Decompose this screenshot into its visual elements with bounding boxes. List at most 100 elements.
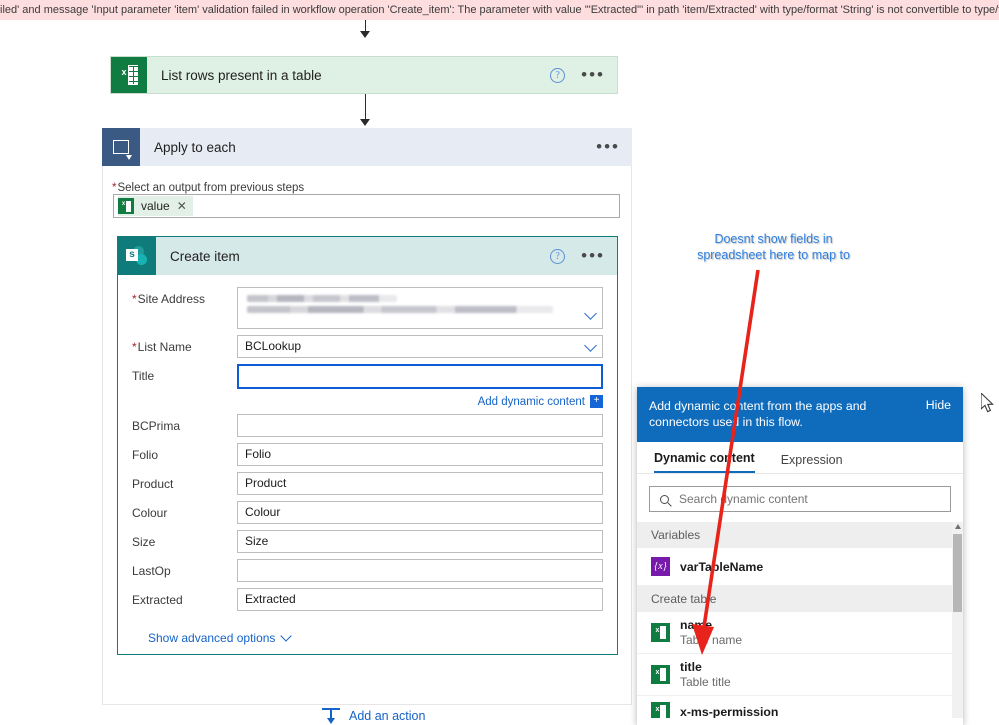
field-label-text: Folio xyxy=(132,448,159,462)
field-label-text: Site Address xyxy=(137,292,206,306)
required-asterisk: * xyxy=(132,340,137,354)
field-label: Title xyxy=(132,364,237,383)
search-box[interactable] xyxy=(649,486,951,512)
field-label: *Site Address xyxy=(132,287,237,306)
action-title: List rows present in a table xyxy=(161,67,322,83)
select-output-field[interactable]: value ✕ xyxy=(113,194,620,218)
sharepoint-icon: s xyxy=(118,237,156,275)
list-item[interactable]: name Table name xyxy=(637,612,963,654)
bcprima-input[interactable] xyxy=(237,414,603,437)
tab-dynamic-content[interactable]: Dynamic content xyxy=(654,451,755,473)
close-icon[interactable]: ✕ xyxy=(177,199,187,213)
connector-arrow-top xyxy=(360,31,370,38)
site-address-dropdown[interactable] xyxy=(237,287,603,329)
field-label: Product xyxy=(132,472,237,491)
show-advanced-options-button[interactable]: Show advanced options xyxy=(132,617,603,645)
folio-input[interactable]: Folio xyxy=(237,443,603,466)
field-label: Extracted xyxy=(132,588,237,607)
show-advanced-label: Show advanced options xyxy=(148,631,276,645)
add-an-action-label: Add an action xyxy=(349,709,426,723)
form-row-size: Size Size xyxy=(132,530,603,553)
form-row-list-name: *List Name BCLookup xyxy=(132,335,603,358)
dynamic-content-header: Add dynamic content from the apps and co… xyxy=(637,387,963,442)
flow-designer-canvas: List rows present in a table ? ••• Apply… xyxy=(0,20,999,725)
field-label-text: Extracted xyxy=(132,593,183,607)
insert-action-icon xyxy=(322,708,340,724)
excel-icon xyxy=(111,57,147,93)
list-item[interactable]: x-ms-permission xyxy=(637,696,963,718)
required-asterisk: * xyxy=(132,292,137,306)
dynamic-content-list[interactable]: Variables {x} varTableName Create table … xyxy=(637,522,963,718)
help-icon[interactable]: ? xyxy=(550,67,566,83)
more-options-icon[interactable]: ••• xyxy=(581,247,605,264)
select-output-text: Select an output from previous steps xyxy=(117,182,305,194)
scrollbar-thumb[interactable] xyxy=(953,534,962,612)
list-item-name: title xyxy=(680,660,702,674)
action-card-create-item: s Create item ? ••• *Site Address *List … xyxy=(117,236,618,655)
extracted-input[interactable]: Extracted xyxy=(237,588,603,611)
add-dynamic-content-link[interactable]: Add dynamic content xyxy=(478,396,585,408)
excel-icon xyxy=(651,665,670,684)
field-label-text: Product xyxy=(132,477,174,491)
field-label-text: LastOp xyxy=(132,564,171,578)
list-item-desc: Table name xyxy=(680,633,743,647)
field-label: *List Name xyxy=(132,335,237,354)
colour-input[interactable]: Colour xyxy=(237,501,603,524)
scroll-up-icon[interactable] xyxy=(955,524,961,529)
field-label-text: Title xyxy=(132,369,155,383)
list-item-desc: Table title xyxy=(680,675,731,689)
title-input[interactable] xyxy=(237,364,603,389)
action-card-controls: ? ••• xyxy=(550,66,617,83)
tab-expression[interactable]: Expression xyxy=(781,453,843,473)
annotation-text: Doesnt show fields in spreadsheet here t… xyxy=(697,232,850,262)
search-input[interactable] xyxy=(677,491,917,507)
product-input[interactable]: Product xyxy=(237,472,603,495)
hide-panel-button[interactable]: Hide xyxy=(926,398,951,412)
list-item-name: name xyxy=(680,618,713,632)
apply-to-each-title: Apply to each xyxy=(154,139,236,155)
dynamic-content-header-text: Add dynamic content from the apps and co… xyxy=(649,399,867,429)
action-card-list-rows[interactable]: List rows present in a table ? ••• xyxy=(110,56,618,94)
token-label: value xyxy=(141,199,170,213)
form-row-colour: Colour Colour xyxy=(132,501,603,524)
list-item[interactable]: {x} varTableName xyxy=(637,548,963,586)
field-label-text: Colour xyxy=(132,506,168,520)
error-banner: iled' and message 'Input parameter 'item… xyxy=(0,0,999,20)
required-asterisk: * xyxy=(112,182,117,194)
create-item-header[interactable]: s Create item ? ••• xyxy=(118,237,617,275)
select-output-label: *Select an output from previous steps xyxy=(112,182,304,194)
form-row-folio: Folio Folio xyxy=(132,443,603,466)
redacted-text xyxy=(247,295,397,302)
loop-icon xyxy=(102,128,140,166)
list-name-dropdown[interactable]: BCLookup xyxy=(237,335,603,358)
form-row-lastop: LastOp xyxy=(132,559,603,582)
lastop-input[interactable] xyxy=(237,559,603,582)
form-row-product: Product Product xyxy=(132,472,603,495)
size-input[interactable]: Size xyxy=(237,530,603,553)
field-label-text: BCPrima xyxy=(132,419,181,433)
dynamic-content-search-wrap xyxy=(637,474,963,522)
excel-icon xyxy=(651,623,670,642)
add-an-action-button[interactable]: Add an action xyxy=(322,708,425,724)
field-label: LastOp xyxy=(132,559,237,578)
field-label: Folio xyxy=(132,443,237,462)
create-item-form: *Site Address *List Name BCLookup Title … xyxy=(118,275,617,645)
help-icon[interactable]: ? xyxy=(550,248,566,264)
form-row-title: Title xyxy=(132,364,603,389)
action-card-apply-to-each[interactable]: Apply to each ••• xyxy=(102,128,632,166)
redacted-text xyxy=(247,306,554,313)
create-item-title: Create item xyxy=(170,248,240,264)
excel-icon xyxy=(118,198,134,214)
more-options-icon[interactable]: ••• xyxy=(596,138,620,155)
dynamic-content-panel: Add dynamic content from the apps and co… xyxy=(637,387,963,725)
dynamic-content-tabs: Dynamic content Expression xyxy=(637,442,963,474)
form-row-extracted: Extracted Extracted xyxy=(132,588,603,611)
dynamic-token-value[interactable]: value ✕ xyxy=(118,196,193,216)
excel-icon xyxy=(651,702,670,718)
field-label-text: Size xyxy=(132,535,156,549)
scrollbar[interactable] xyxy=(952,522,963,718)
create-item-controls: ? ••• xyxy=(550,247,617,264)
more-options-icon[interactable]: ••• xyxy=(581,66,605,83)
list-item[interactable]: title Table title xyxy=(637,654,963,696)
add-dynamic-plus-button[interactable]: + xyxy=(590,395,603,408)
